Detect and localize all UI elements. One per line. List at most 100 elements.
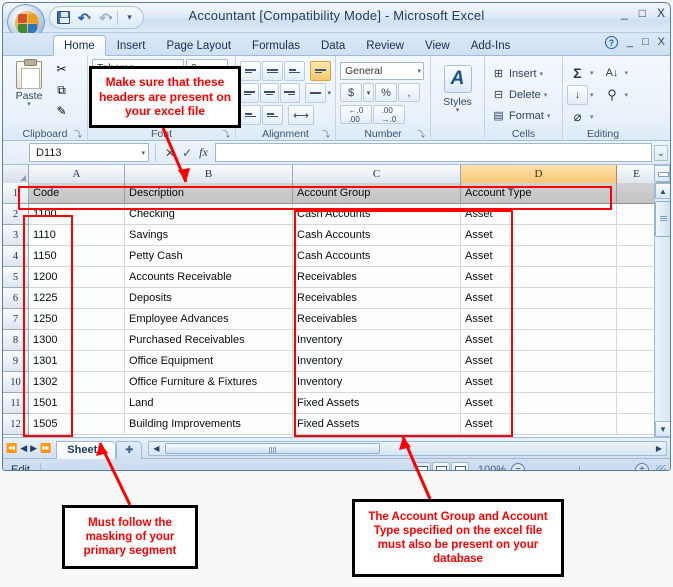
prev-sheet-button[interactable]: ◀ [20, 443, 27, 454]
percent-format-button[interactable]: % [375, 83, 397, 102]
scroll-left-button[interactable]: ◀ [149, 444, 163, 453]
cell-b5[interactable]: Accounts Receivable [125, 267, 293, 288]
cell-b4[interactable]: Petty Cash [125, 246, 293, 267]
cell-b3[interactable]: Savings [125, 225, 293, 246]
clear-button[interactable]: ⌀ [567, 107, 588, 127]
restore-workbook-button[interactable]: □ [642, 37, 649, 48]
font-dialog-launcher[interactable]: ⤵ [222, 129, 232, 139]
tab-formulas[interactable]: Formulas [242, 35, 310, 56]
number-format-combo[interactable]: General ▾ [340, 62, 424, 80]
select-all-button[interactable] [3, 165, 29, 183]
cell-e11[interactable] [617, 393, 657, 414]
decrease-indent-button[interactable] [240, 105, 261, 125]
comma-format-button[interactable]: , [398, 83, 420, 102]
scroll-up-button[interactable]: ▲ [655, 183, 670, 199]
column-header-b[interactable]: B [125, 165, 293, 183]
delete-cells-button[interactable]: ⊟ Delete ▾ [489, 84, 558, 105]
cell-e9[interactable] [617, 351, 657, 372]
tab-add-ins[interactable]: Add-Ins [461, 35, 521, 56]
clipboard-dialog-launcher[interactable]: ⤵ [74, 129, 84, 139]
chevron-down-icon[interactable]: ▾ [547, 112, 551, 120]
tab-page-layout[interactable]: Page Layout [156, 35, 241, 56]
cancel-formula-button[interactable]: ✕ [165, 146, 175, 160]
chevron-down-icon[interactable]: ▾ [590, 91, 594, 99]
chevron-down-icon[interactable]: ▾ [417, 67, 421, 75]
cut-button[interactable]: ✂ [53, 61, 70, 77]
horizontal-scrollbar[interactable]: ◀ ▶ [148, 440, 667, 456]
horizontal-scroll-thumb[interactable] [165, 442, 381, 454]
tab-insert[interactable]: Insert [107, 35, 156, 56]
cell-b8[interactable]: Purchased Receivables [125, 330, 293, 351]
chevron-down-icon[interactable]: ▾ [590, 113, 594, 121]
chevron-down-icon[interactable]: ▾ [141, 149, 145, 157]
help-icon[interactable]: ? [604, 36, 618, 49]
cell-e2[interactable] [617, 204, 657, 225]
tab-review[interactable]: Review [356, 35, 414, 56]
chevron-down-icon[interactable]: ▾ [590, 69, 594, 77]
scroll-down-button[interactable]: ▼ [655, 421, 670, 437]
chevron-down-icon[interactable]: ▾ [435, 107, 480, 114]
align-right-button[interactable] [280, 83, 300, 103]
cell-b12[interactable]: Building Improvements [125, 414, 293, 435]
zoom-out-button[interactable]: − [511, 463, 525, 470]
align-left-button[interactable] [240, 83, 260, 103]
split-box[interactable] [654, 165, 670, 182]
align-bottom-button[interactable] [284, 61, 305, 81]
next-sheet-button[interactable]: ▶ [30, 443, 37, 454]
close-button[interactable]: X [657, 7, 665, 19]
cell-e4[interactable] [617, 246, 657, 267]
cell-e1[interactable] [617, 183, 657, 204]
page-layout-view-button[interactable] [432, 461, 450, 470]
insert-cells-button[interactable]: ⊞ Insert ▾ [489, 63, 558, 84]
column-header-c[interactable]: C [293, 165, 461, 183]
zoom-level[interactable]: 100% [474, 464, 506, 470]
vertical-scrollbar[interactable]: ▲ ▼ [654, 183, 670, 437]
page-break-view-button[interactable] [451, 461, 469, 470]
expand-formula-bar-button[interactable]: ⌄ [654, 145, 668, 161]
cell-e3[interactable] [617, 225, 657, 246]
tab-data[interactable]: Data [311, 35, 355, 56]
align-middle-button[interactable] [262, 61, 283, 81]
format-painter-button[interactable]: ✎ [53, 103, 70, 119]
minimize-ribbon-button[interactable]: _ [627, 37, 633, 48]
increase-indent-button[interactable] [262, 105, 283, 125]
decrease-decimal-button[interactable]: .00 →.0 [373, 105, 405, 124]
chevron-down-icon[interactable]: ▾ [327, 89, 331, 97]
cell-b11[interactable]: Land [125, 393, 293, 414]
sheet-tab-sheet1[interactable]: Sheet1 [56, 440, 117, 459]
paste-button[interactable]: Paste ▾ [9, 59, 49, 108]
insert-function-button[interactable]: fx [199, 145, 208, 160]
close-workbook-button[interactable]: X [658, 37, 665, 48]
chevron-down-icon[interactable]: ▾ [544, 91, 548, 99]
column-header-d[interactable]: D [461, 165, 617, 183]
vertical-scroll-thumb[interactable] [655, 201, 670, 237]
orientation-button[interactable]: ⟷ [288, 105, 314, 125]
new-sheet-button[interactable]: ✚ [116, 440, 143, 459]
cell-b10[interactable]: Office Furniture & Fixtures [125, 372, 293, 393]
styles-button[interactable]: A Styles ▾ [435, 59, 480, 114]
name-box[interactable]: D113 ▾ [29, 143, 149, 162]
normal-view-button[interactable] [413, 461, 431, 470]
first-sheet-button[interactable]: ⏪ [6, 443, 17, 454]
accounting-dropdown[interactable]: ▾ [363, 83, 374, 102]
chevron-down-icon[interactable]: ▾ [540, 70, 544, 78]
last-sheet-button[interactable]: ⏩ [40, 443, 51, 454]
cell-e5[interactable] [617, 267, 657, 288]
sort-filter-button[interactable]: A↓ [602, 63, 623, 83]
chevron-down-icon[interactable]: ▾ [9, 101, 49, 108]
scroll-right-button[interactable]: ▶ [652, 444, 666, 453]
resize-grip[interactable] [656, 465, 666, 470]
cell-e7[interactable] [617, 309, 657, 330]
cell-b9[interactable]: Office Equipment [125, 351, 293, 372]
wrap-text-button[interactable] [310, 61, 331, 81]
cell-e8[interactable] [617, 330, 657, 351]
format-cells-button[interactable]: ▤ Format ▾ [489, 105, 558, 126]
chevron-down-icon[interactable]: ▾ [625, 91, 629, 99]
maximize-button[interactable]: □ [639, 7, 646, 19]
cell-e10[interactable] [617, 372, 657, 393]
formula-input[interactable] [214, 143, 652, 162]
tab-view[interactable]: View [415, 35, 460, 56]
minimize-button[interactable]: _ [621, 7, 628, 19]
chevron-down-icon[interactable]: ▾ [625, 69, 629, 77]
column-header-a[interactable]: A [29, 165, 125, 183]
